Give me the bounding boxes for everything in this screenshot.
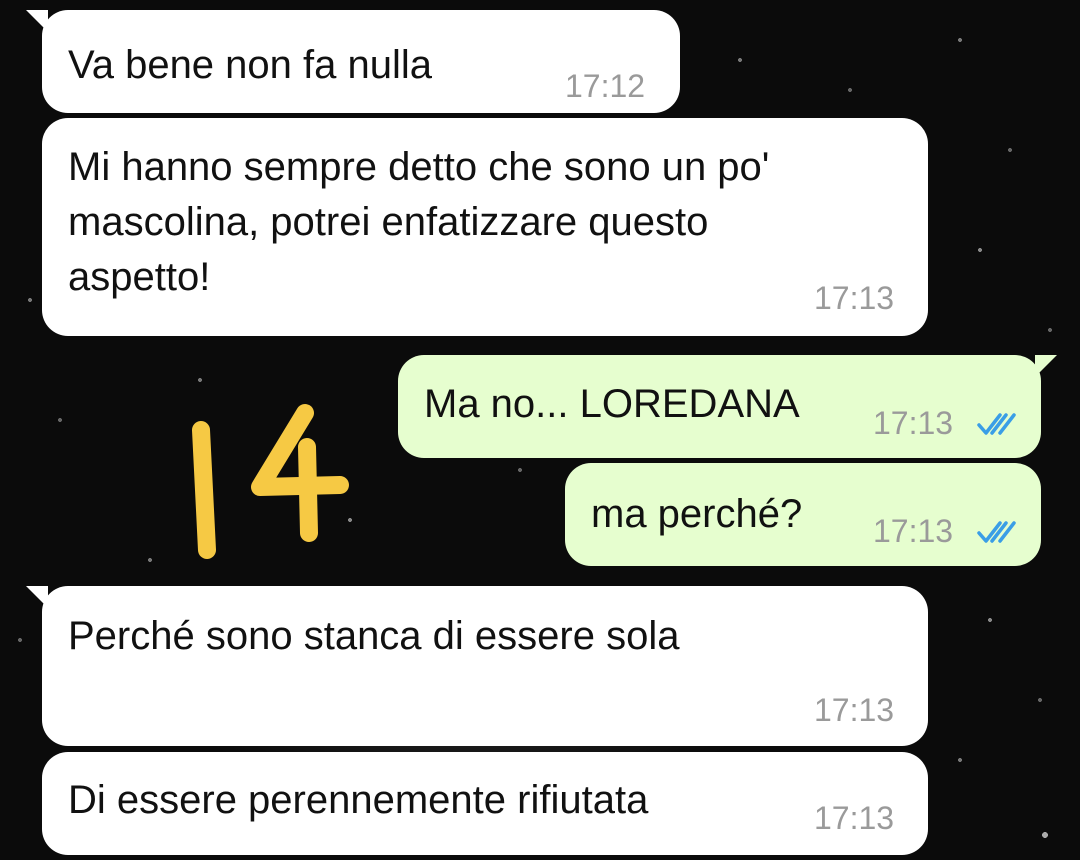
- incoming-message-bubble[interactable]: Mi hanno sempre detto che sono un po' ma…: [42, 118, 928, 336]
- outgoing-message-bubble[interactable]: Ma no... LOREDANA 17:13: [398, 355, 1057, 458]
- message-time: 17:13: [814, 692, 895, 728]
- incoming-message-bubble[interactable]: Perché sono stanca di essere sola 17:13: [26, 586, 928, 746]
- message-time: 17:12: [565, 68, 646, 104]
- incoming-message-bubble[interactable]: Di essere perennemente rifiutata 17:13: [42, 752, 928, 855]
- message-text: Va bene non fa nulla: [68, 43, 433, 87]
- message-text: Ma no... LOREDANA: [424, 382, 800, 426]
- message-text: Perché sono stanca di essere sola: [68, 614, 680, 658]
- incoming-message-bubble[interactable]: Va bene non fa nulla 17:12: [26, 10, 680, 113]
- message-time: 17:13: [873, 405, 954, 441]
- handwritten-number-annotation: [192, 404, 349, 559]
- message-text: Mi hanno sempre detto che sono un po' ma…: [68, 145, 770, 299]
- outgoing-message-bubble[interactable]: ma perché? 17:13: [565, 463, 1041, 566]
- message-time: 17:13: [814, 800, 895, 836]
- message-time: 17:13: [873, 513, 954, 549]
- message-text: ma perché?: [591, 492, 803, 536]
- read-double-check-icon: [977, 413, 1016, 435]
- read-double-check-icon: [977, 521, 1016, 543]
- message-text: Di essere perennemente rifiutata: [68, 778, 649, 822]
- message-time: 17:13: [814, 280, 895, 316]
